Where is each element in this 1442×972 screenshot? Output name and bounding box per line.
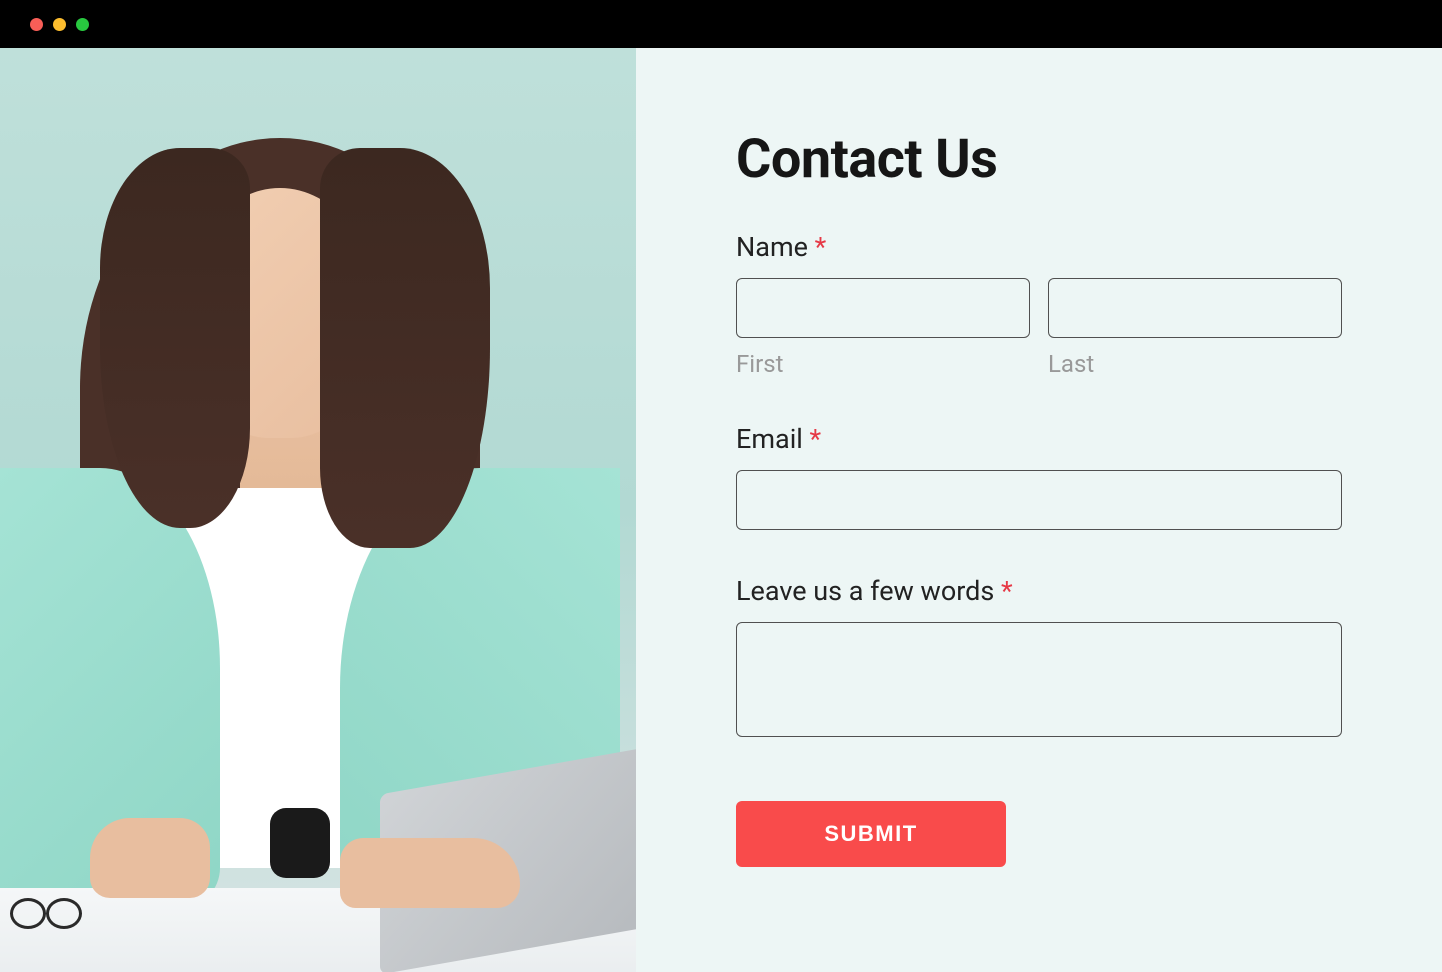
name-label: Name * xyxy=(736,231,1342,263)
last-name-input[interactable] xyxy=(1048,278,1342,338)
window-close-icon[interactable] xyxy=(30,18,43,31)
window-titlebar xyxy=(0,0,1442,48)
message-field-group: Leave us a few words * xyxy=(736,575,1342,741)
message-label: Leave us a few words * xyxy=(736,575,1342,607)
name-field-group: Name * First Last xyxy=(736,231,1342,378)
first-name-sublabel: First xyxy=(736,350,1030,378)
hero-image-panel xyxy=(0,48,636,972)
first-name-input[interactable] xyxy=(736,278,1030,338)
email-label-text: Email xyxy=(736,423,810,455)
required-mark: * xyxy=(1001,575,1013,607)
last-name-sublabel: Last xyxy=(1048,350,1342,378)
window-minimize-icon[interactable] xyxy=(53,18,66,31)
form-panel: Contact Us Name * First Last Email * xyxy=(636,48,1442,972)
name-label-text: Name xyxy=(736,231,815,263)
message-label-text: Leave us a few words xyxy=(736,575,1001,607)
page-title: Contact Us xyxy=(736,128,1342,191)
required-mark: * xyxy=(810,423,822,455)
window-maximize-icon[interactable] xyxy=(76,18,89,31)
submit-button[interactable]: SUBMIT xyxy=(736,801,1006,867)
person-illustration xyxy=(0,48,636,972)
required-mark: * xyxy=(815,231,827,263)
email-input[interactable] xyxy=(736,470,1342,530)
email-label: Email * xyxy=(736,423,1342,455)
message-textarea[interactable] xyxy=(736,622,1342,737)
page-content: Contact Us Name * First Last Email * xyxy=(0,48,1442,972)
email-field-group: Email * xyxy=(736,423,1342,530)
